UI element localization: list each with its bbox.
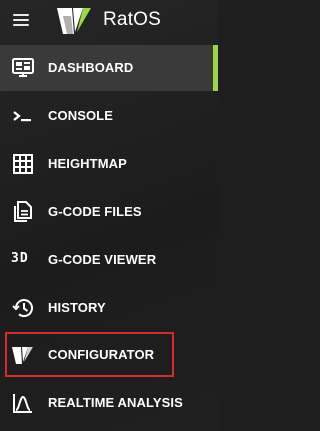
grid-icon xyxy=(13,154,33,174)
3d-icon: 3D xyxy=(11,251,29,266)
nav-label-dashboard: DASHBOARD xyxy=(48,60,134,75)
sidebar-panel: RatOS DASHBOARD CONSOLE HEIGHTMAP G-CODE… xyxy=(0,0,218,431)
ratos-logo-icon xyxy=(57,8,91,34)
nav-item-dashboard[interactable]: DASHBOARD xyxy=(0,45,218,91)
console-icon xyxy=(13,111,31,122)
nav-item-history[interactable]: HISTORY xyxy=(0,285,218,331)
history-icon xyxy=(12,299,33,318)
nav-label-gcode-files: G-CODE FILES xyxy=(48,204,142,219)
menu-toggle-icon[interactable] xyxy=(13,13,29,27)
sidebar-header: RatOS xyxy=(0,0,218,44)
nav-label-configurator: CONFIGURATOR xyxy=(48,347,155,362)
monitor-dashboard-icon xyxy=(12,58,34,77)
nav-item-heightmap[interactable]: HEIGHTMAP xyxy=(0,141,218,187)
nav-item-gcode-viewer[interactable]: 3D G-CODE VIEWER xyxy=(0,237,218,283)
nav-label-gcode-viewer: G-CODE VIEWER xyxy=(48,252,157,267)
nav-item-realtime-analysis[interactable]: REALTIME ANALYSIS xyxy=(0,380,218,426)
app-title: RatOS xyxy=(103,9,162,30)
nav-label-console: CONSOLE xyxy=(48,108,113,123)
ratos-logo-icon xyxy=(12,347,33,364)
nav-label-realtime-analysis: REALTIME ANALYSIS xyxy=(48,395,183,410)
file-document-icon xyxy=(14,201,32,222)
nav-item-gcode-files[interactable]: G-CODE FILES xyxy=(0,189,218,235)
nav-item-console[interactable]: CONSOLE xyxy=(0,93,218,139)
chart-bell-curve-icon xyxy=(13,394,32,413)
nav-label-history: HISTORY xyxy=(48,300,106,315)
nav-item-configurator[interactable]: CONFIGURATOR xyxy=(0,332,218,378)
nav-label-heightmap: HEIGHTMAP xyxy=(48,156,127,171)
